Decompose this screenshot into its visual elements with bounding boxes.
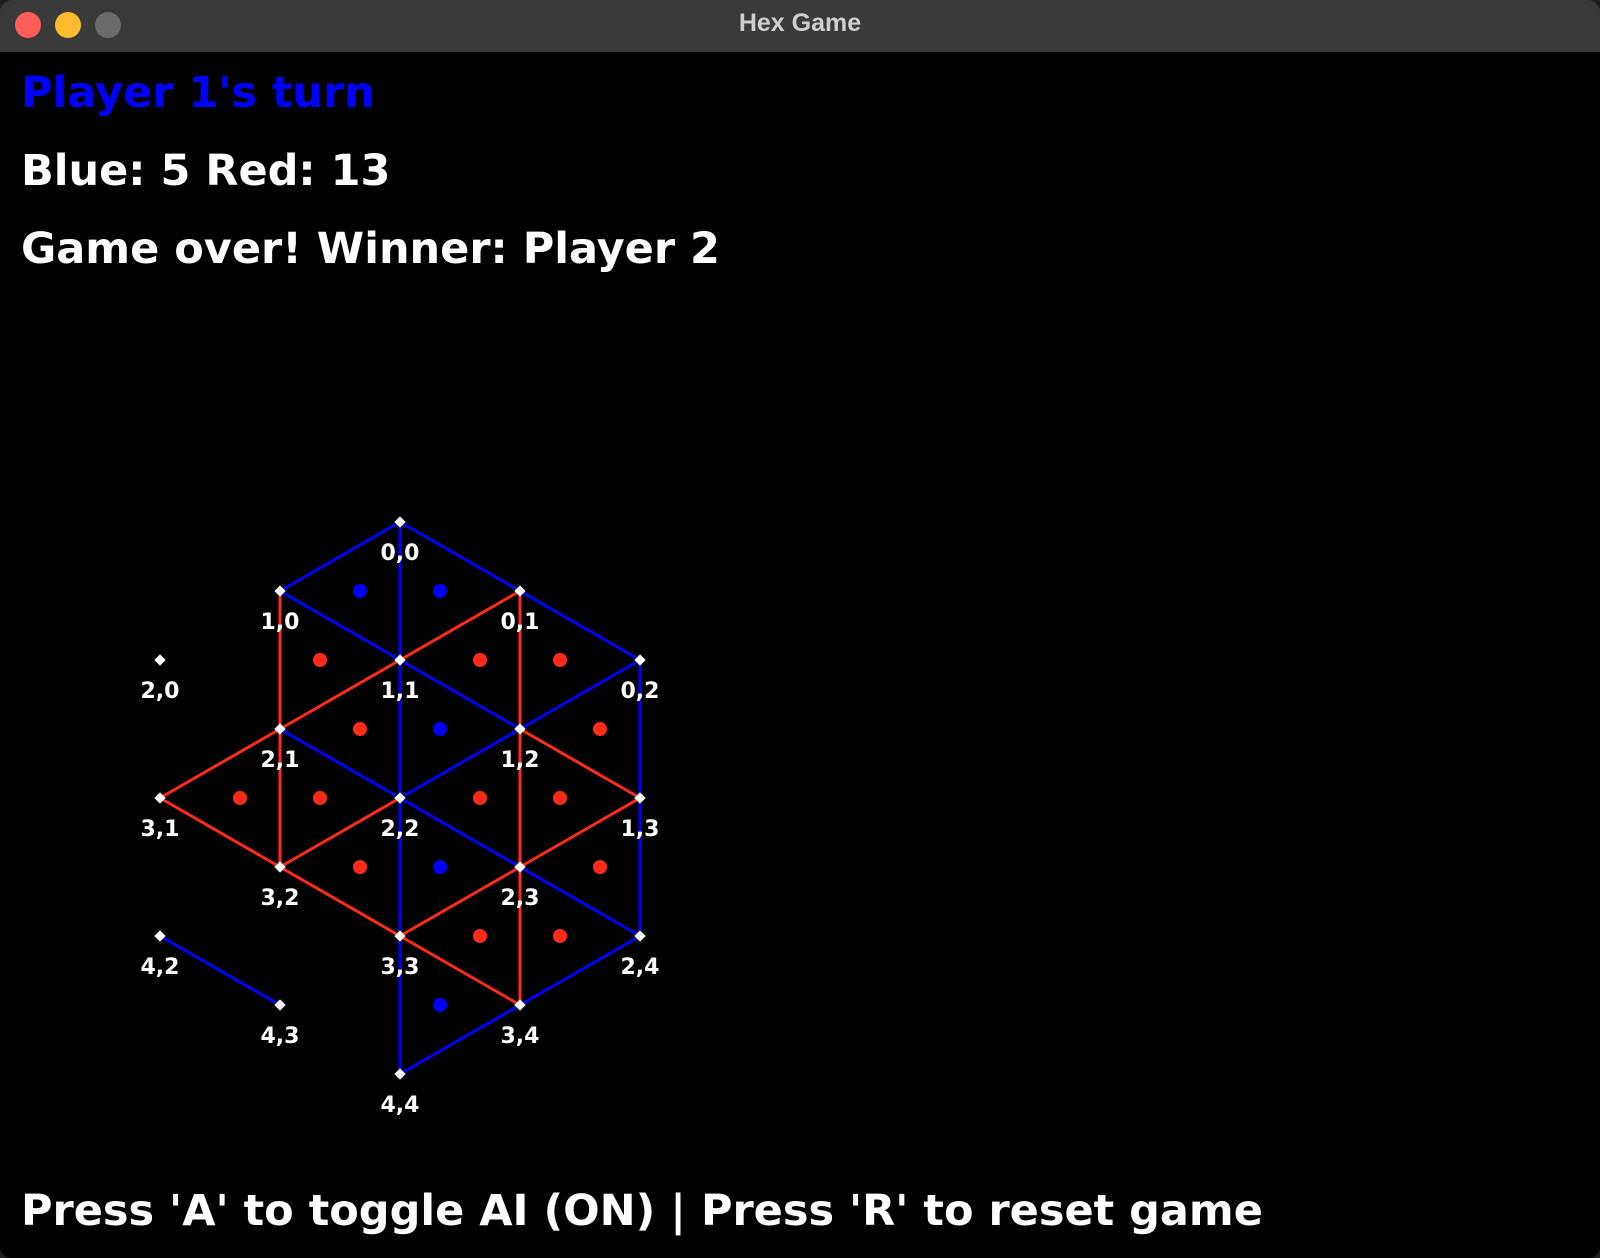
node-label-1,2: 1,2 — [501, 748, 540, 773]
triangle-marker-red — [473, 653, 487, 667]
node-label-0,2: 0,2 — [621, 679, 660, 704]
node-label-3,4: 3,4 — [501, 1024, 540, 1049]
game-canvas[interactable]: Player 1's turn Blue: 5 Red: 13 Game ove… — [0, 52, 1600, 1258]
node-label-2,1: 2,1 — [261, 748, 300, 773]
node-label-3,1: 3,1 — [141, 817, 180, 842]
window-title: Hex Game — [738, 9, 862, 37]
node-label-1,3: 1,3 — [621, 817, 660, 842]
triangle-marker-blue — [353, 584, 367, 598]
triangle-marker-blue — [433, 998, 447, 1012]
controls-help-text: Press 'A' to toggle AI (ON) | Press 'R' … — [21, 1186, 1263, 1236]
triangle-marker-red — [313, 653, 327, 667]
triangle-marker-red — [473, 929, 487, 943]
triangle-marker-red — [553, 929, 567, 943]
triangle-marker-blue — [433, 584, 447, 598]
triangle-marker-red — [473, 791, 487, 805]
triangle-marker-red — [553, 653, 567, 667]
node-label-1,1: 1,1 — [381, 679, 420, 704]
app-window: Hex Game Player 1's turn Blue: 5 Red: 13… — [0, 0, 1600, 1258]
triangle-marker-red — [553, 791, 567, 805]
triangle-marker-red — [353, 860, 367, 874]
node-label-2,4: 2,4 — [621, 955, 660, 980]
node-label-2,2: 2,2 — [381, 817, 420, 842]
node-label-3,3: 3,3 — [381, 955, 420, 980]
node-label-4,2: 4,2 — [141, 955, 180, 980]
node-label-0,0: 0,0 — [381, 541, 420, 566]
triangle-marker-red — [593, 722, 607, 736]
node-label-2,0: 2,0 — [141, 679, 180, 704]
node-label-4,4: 4,4 — [381, 1093, 420, 1118]
triangle-marker-blue — [433, 722, 447, 736]
triangle-marker-red — [593, 860, 607, 874]
node-label-4,3: 4,3 — [261, 1024, 300, 1049]
triangle-marker-red — [313, 791, 327, 805]
node-2,0[interactable] — [154, 654, 166, 666]
node-label-2,3: 2,3 — [501, 886, 540, 911]
triangle-marker-red — [233, 791, 247, 805]
triangle-marker-blue — [433, 860, 447, 874]
node-label-3,2: 3,2 — [261, 886, 300, 911]
triangle-marker-red — [353, 722, 367, 736]
node-label-0,1: 0,1 — [501, 610, 540, 635]
title-bar: Hex Game — [0, 0, 1600, 53]
hex-board[interactable]: 0,0 0,1 0,2 1,0 1,1 1,2 1,3 2,0 2,1 2,2 2,3 2,4 3,1 3… — [0, 52, 1600, 1258]
node-label-1,0: 1,0 — [261, 610, 300, 635]
